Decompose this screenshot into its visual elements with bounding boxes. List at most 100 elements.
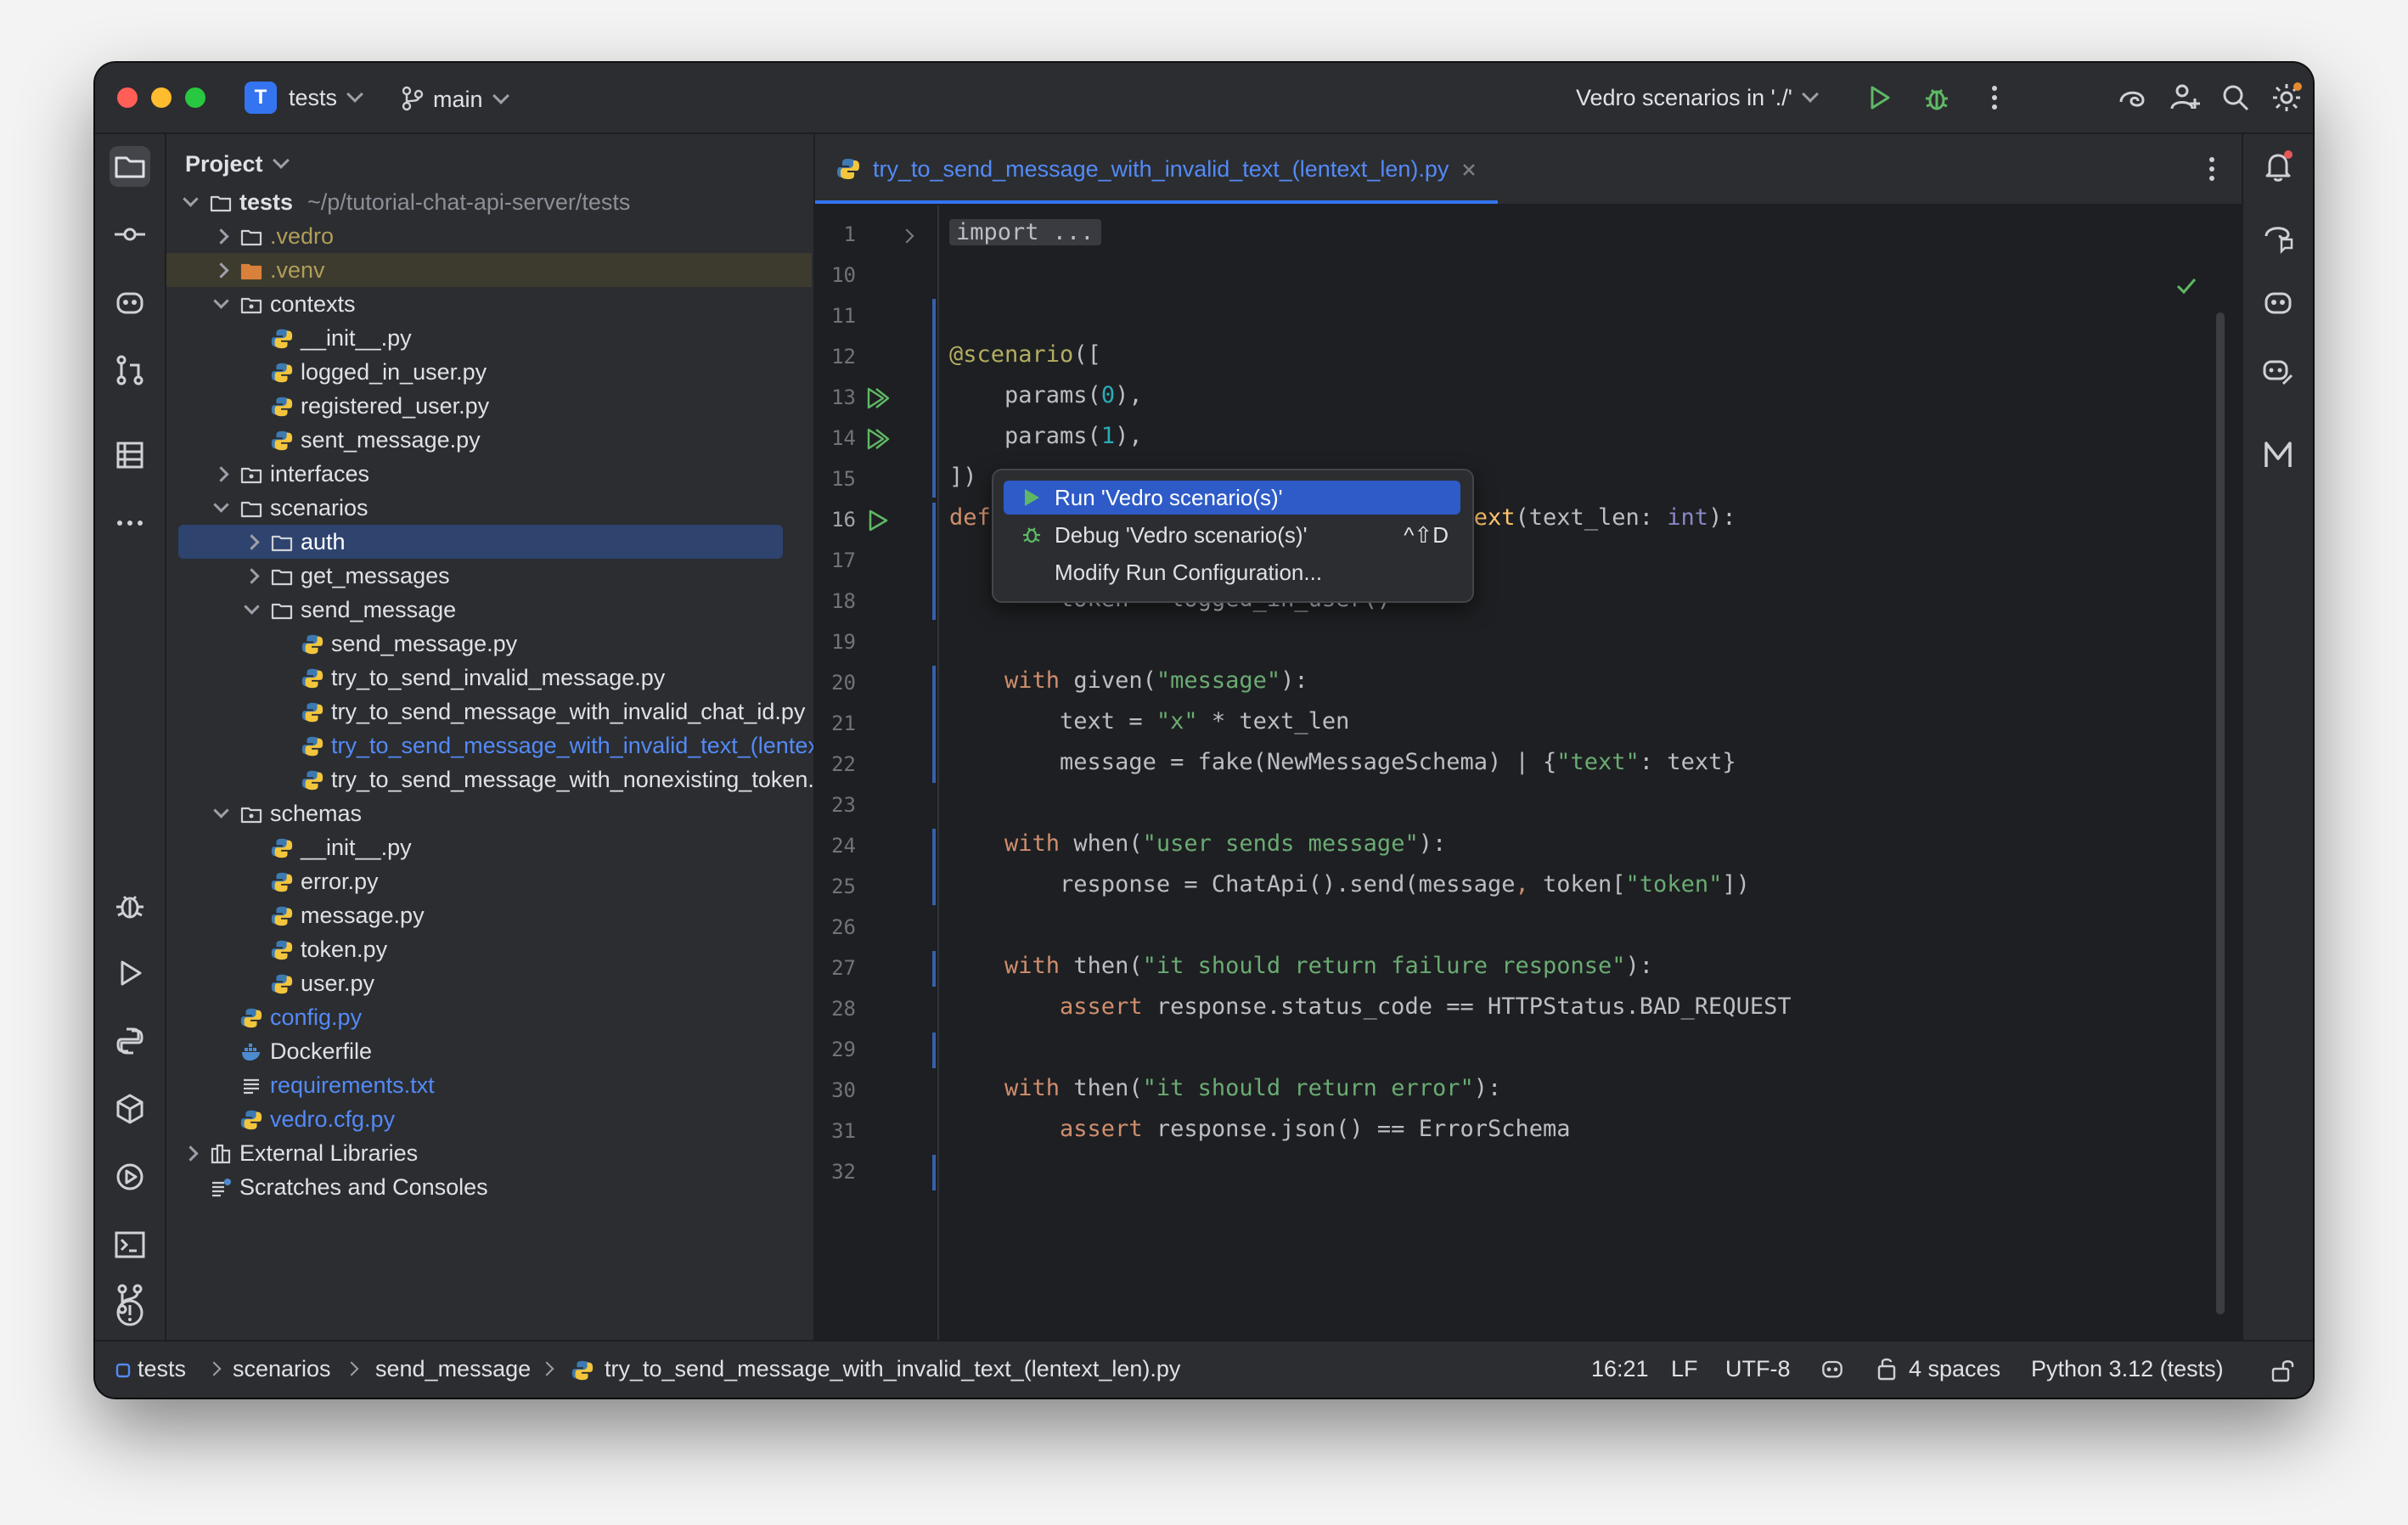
fold-expand-icon[interactable] bbox=[899, 228, 914, 244]
python-packages-button[interactable] bbox=[110, 1089, 150, 1129]
vcs-change-marker[interactable] bbox=[932, 951, 936, 987]
copilot-edits-button[interactable] bbox=[2258, 350, 2298, 391]
python-interpreter[interactable]: Python 3.12 (tests) bbox=[2031, 1352, 2224, 1386]
chevron-down-icon[interactable] bbox=[213, 802, 229, 819]
gutter-run-icon[interactable] bbox=[864, 426, 890, 452]
copilot-chat-button[interactable] bbox=[2258, 282, 2298, 323]
tree-file-item[interactable]: __init__.py bbox=[166, 830, 812, 864]
maximize-window-button[interactable] bbox=[185, 87, 205, 108]
tree-file-item[interactable]: External Libraries bbox=[166, 1136, 812, 1170]
python-console-button[interactable] bbox=[110, 1021, 150, 1061]
branch-switcher[interactable]: main bbox=[401, 82, 509, 115]
tree-folder-item[interactable]: interfaces bbox=[166, 457, 812, 491]
breadcrumb-file[interactable]: try_to_send_message_with_invalid_text_(l… bbox=[605, 1352, 1180, 1386]
chevron-right-icon[interactable] bbox=[213, 466, 229, 482]
tree-folder-item[interactable]: send_message bbox=[166, 593, 812, 627]
structure-tool-button[interactable] bbox=[110, 435, 150, 476]
gutter-run-icon[interactable] bbox=[864, 508, 890, 533]
settings-button[interactable] bbox=[2269, 80, 2304, 115]
tree-file-item[interactable]: requirements.txt bbox=[166, 1068, 812, 1102]
copilot-tool-button[interactable] bbox=[110, 282, 150, 323]
tree-file-item[interactable]: Dockerfile bbox=[166, 1034, 812, 1068]
tree-folder-item[interactable]: .vedro bbox=[166, 219, 812, 253]
search-everywhere-button[interactable] bbox=[2218, 80, 2253, 115]
tree-file-item[interactable]: message.py bbox=[166, 898, 812, 932]
indentation[interactable]: 4 spaces bbox=[1909, 1352, 2000, 1386]
vcs-change-marker[interactable] bbox=[932, 299, 936, 498]
tree-file-item[interactable]: logged_in_user.py bbox=[166, 355, 812, 389]
close-window-button[interactable] bbox=[117, 87, 138, 108]
services-tool-button[interactable] bbox=[110, 1156, 150, 1197]
copilot-status-icon[interactable] bbox=[1819, 1355, 1846, 1382]
menu-item-run[interactable]: Run 'Vedro scenario(s)' bbox=[1004, 481, 1460, 515]
tree-file-item[interactable]: send_message.py bbox=[166, 627, 812, 661]
code-with-me-button[interactable] bbox=[2167, 80, 2203, 115]
chevron-right-icon[interactable] bbox=[183, 1145, 199, 1162]
editor-scrollbar[interactable] bbox=[2216, 312, 2225, 1314]
tree-file-item[interactable]: user.py bbox=[166, 966, 812, 1000]
vcs-change-marker[interactable] bbox=[932, 1033, 936, 1068]
tree-file-item[interactable]: sent_message.py bbox=[166, 423, 812, 457]
markdown-preview-button[interactable] bbox=[2258, 435, 2298, 476]
breadcrumb-send-message[interactable]: send_message bbox=[375, 1352, 531, 1386]
breadcrumb-scenarios[interactable]: scenarios bbox=[233, 1352, 331, 1386]
tree-folder-item[interactable]: tests ~/p/tutorial-chat-api-server/tests bbox=[166, 185, 812, 219]
file-encoding[interactable]: UTF-8 bbox=[1725, 1352, 1791, 1386]
chevron-down-icon[interactable] bbox=[183, 191, 199, 207]
chevron-right-icon[interactable] bbox=[213, 262, 229, 279]
tree-folder-item[interactable]: contexts bbox=[166, 287, 812, 321]
tree-file-item[interactable]: try_to_send_message_with_invalid_text_(l… bbox=[166, 729, 813, 762]
tree-file-item[interactable]: try_to_send_message_with_nonexisting_tok… bbox=[166, 762, 813, 796]
tree-folder-item[interactable]: .venv bbox=[166, 253, 812, 287]
project-tool-button[interactable] bbox=[110, 146, 150, 187]
tree-file-item[interactable]: config.py bbox=[166, 1000, 812, 1034]
vcs-change-marker[interactable] bbox=[932, 829, 936, 905]
more-tools-button[interactable] bbox=[110, 503, 150, 543]
chevron-down-icon[interactable] bbox=[213, 293, 229, 309]
minimize-window-button[interactable] bbox=[151, 87, 172, 108]
debug-tool-button[interactable] bbox=[110, 885, 150, 926]
tree-file-item[interactable]: vedro.cfg.py bbox=[166, 1102, 812, 1136]
menu-item-modify-run-config[interactable]: Modify Run Configuration... bbox=[1004, 555, 1460, 589]
tree-file-item[interactable]: __init__.py bbox=[166, 321, 812, 355]
tree-folder-item[interactable]: scenarios bbox=[166, 491, 812, 525]
tree-folder-item[interactable]: auth bbox=[178, 525, 783, 559]
chevron-right-icon[interactable] bbox=[244, 568, 260, 584]
vcs-change-marker[interactable] bbox=[932, 666, 936, 783]
pull-requests-tool-button[interactable] bbox=[110, 350, 150, 391]
vcs-change-marker[interactable] bbox=[932, 503, 936, 620]
more-actions-button[interactable] bbox=[1977, 80, 2012, 115]
tree-file-item[interactable]: registered_user.py bbox=[166, 389, 812, 423]
chevron-right-icon[interactable] bbox=[244, 534, 260, 550]
debug-button[interactable] bbox=[1919, 80, 1955, 115]
tree-file-item[interactable]: try_to_send_message_with_invalid_chat_id… bbox=[166, 695, 812, 729]
tree-file-item[interactable]: try_to_send_invalid_message.py bbox=[166, 661, 812, 695]
tree-file-item[interactable]: token.py bbox=[166, 932, 812, 966]
git-tool-button[interactable] bbox=[110, 1279, 150, 1320]
chevron-down-icon[interactable] bbox=[244, 599, 260, 615]
tree-folder-item[interactable]: schemas bbox=[166, 796, 812, 830]
tree-folder-item[interactable]: get_messages bbox=[166, 559, 812, 593]
close-icon[interactable] bbox=[1460, 161, 1477, 178]
menu-item-debug[interactable]: Debug 'Vedro scenario(s)' ^⇧D bbox=[1004, 518, 1460, 552]
chevron-right-icon[interactable] bbox=[213, 228, 229, 245]
tree-file-item[interactable]: error.py bbox=[166, 864, 812, 898]
project-badge[interactable]: T bbox=[245, 82, 277, 114]
commit-tool-button[interactable] bbox=[110, 214, 150, 255]
run-tool-button[interactable] bbox=[110, 953, 150, 993]
line-ending[interactable]: LF bbox=[1671, 1352, 1698, 1386]
project-switcher[interactable]: tests bbox=[289, 82, 363, 114]
vcs-change-marker[interactable] bbox=[932, 1155, 936, 1190]
ai-chat-button[interactable] bbox=[2258, 214, 2298, 255]
ai-assistant-button[interactable] bbox=[2114, 80, 2150, 115]
unlock-icon[interactable] bbox=[2270, 1357, 2296, 1384]
notifications-button[interactable] bbox=[2258, 146, 2298, 187]
run-button[interactable] bbox=[1861, 80, 1897, 115]
terminal-tool-button[interactable] bbox=[110, 1224, 150, 1265]
caret-position[interactable]: 16:21 bbox=[1591, 1352, 1649, 1386]
tab-options-icon[interactable] bbox=[2194, 151, 2230, 187]
chevron-down-icon[interactable] bbox=[213, 497, 229, 513]
breadcrumb-root[interactable]: tests bbox=[138, 1352, 186, 1386]
run-config-selector[interactable]: Vedro scenarios in './' bbox=[1576, 82, 1819, 114]
editor-tab[interactable]: try_to_send_message_with_invalid_text_(l… bbox=[815, 134, 1498, 204]
